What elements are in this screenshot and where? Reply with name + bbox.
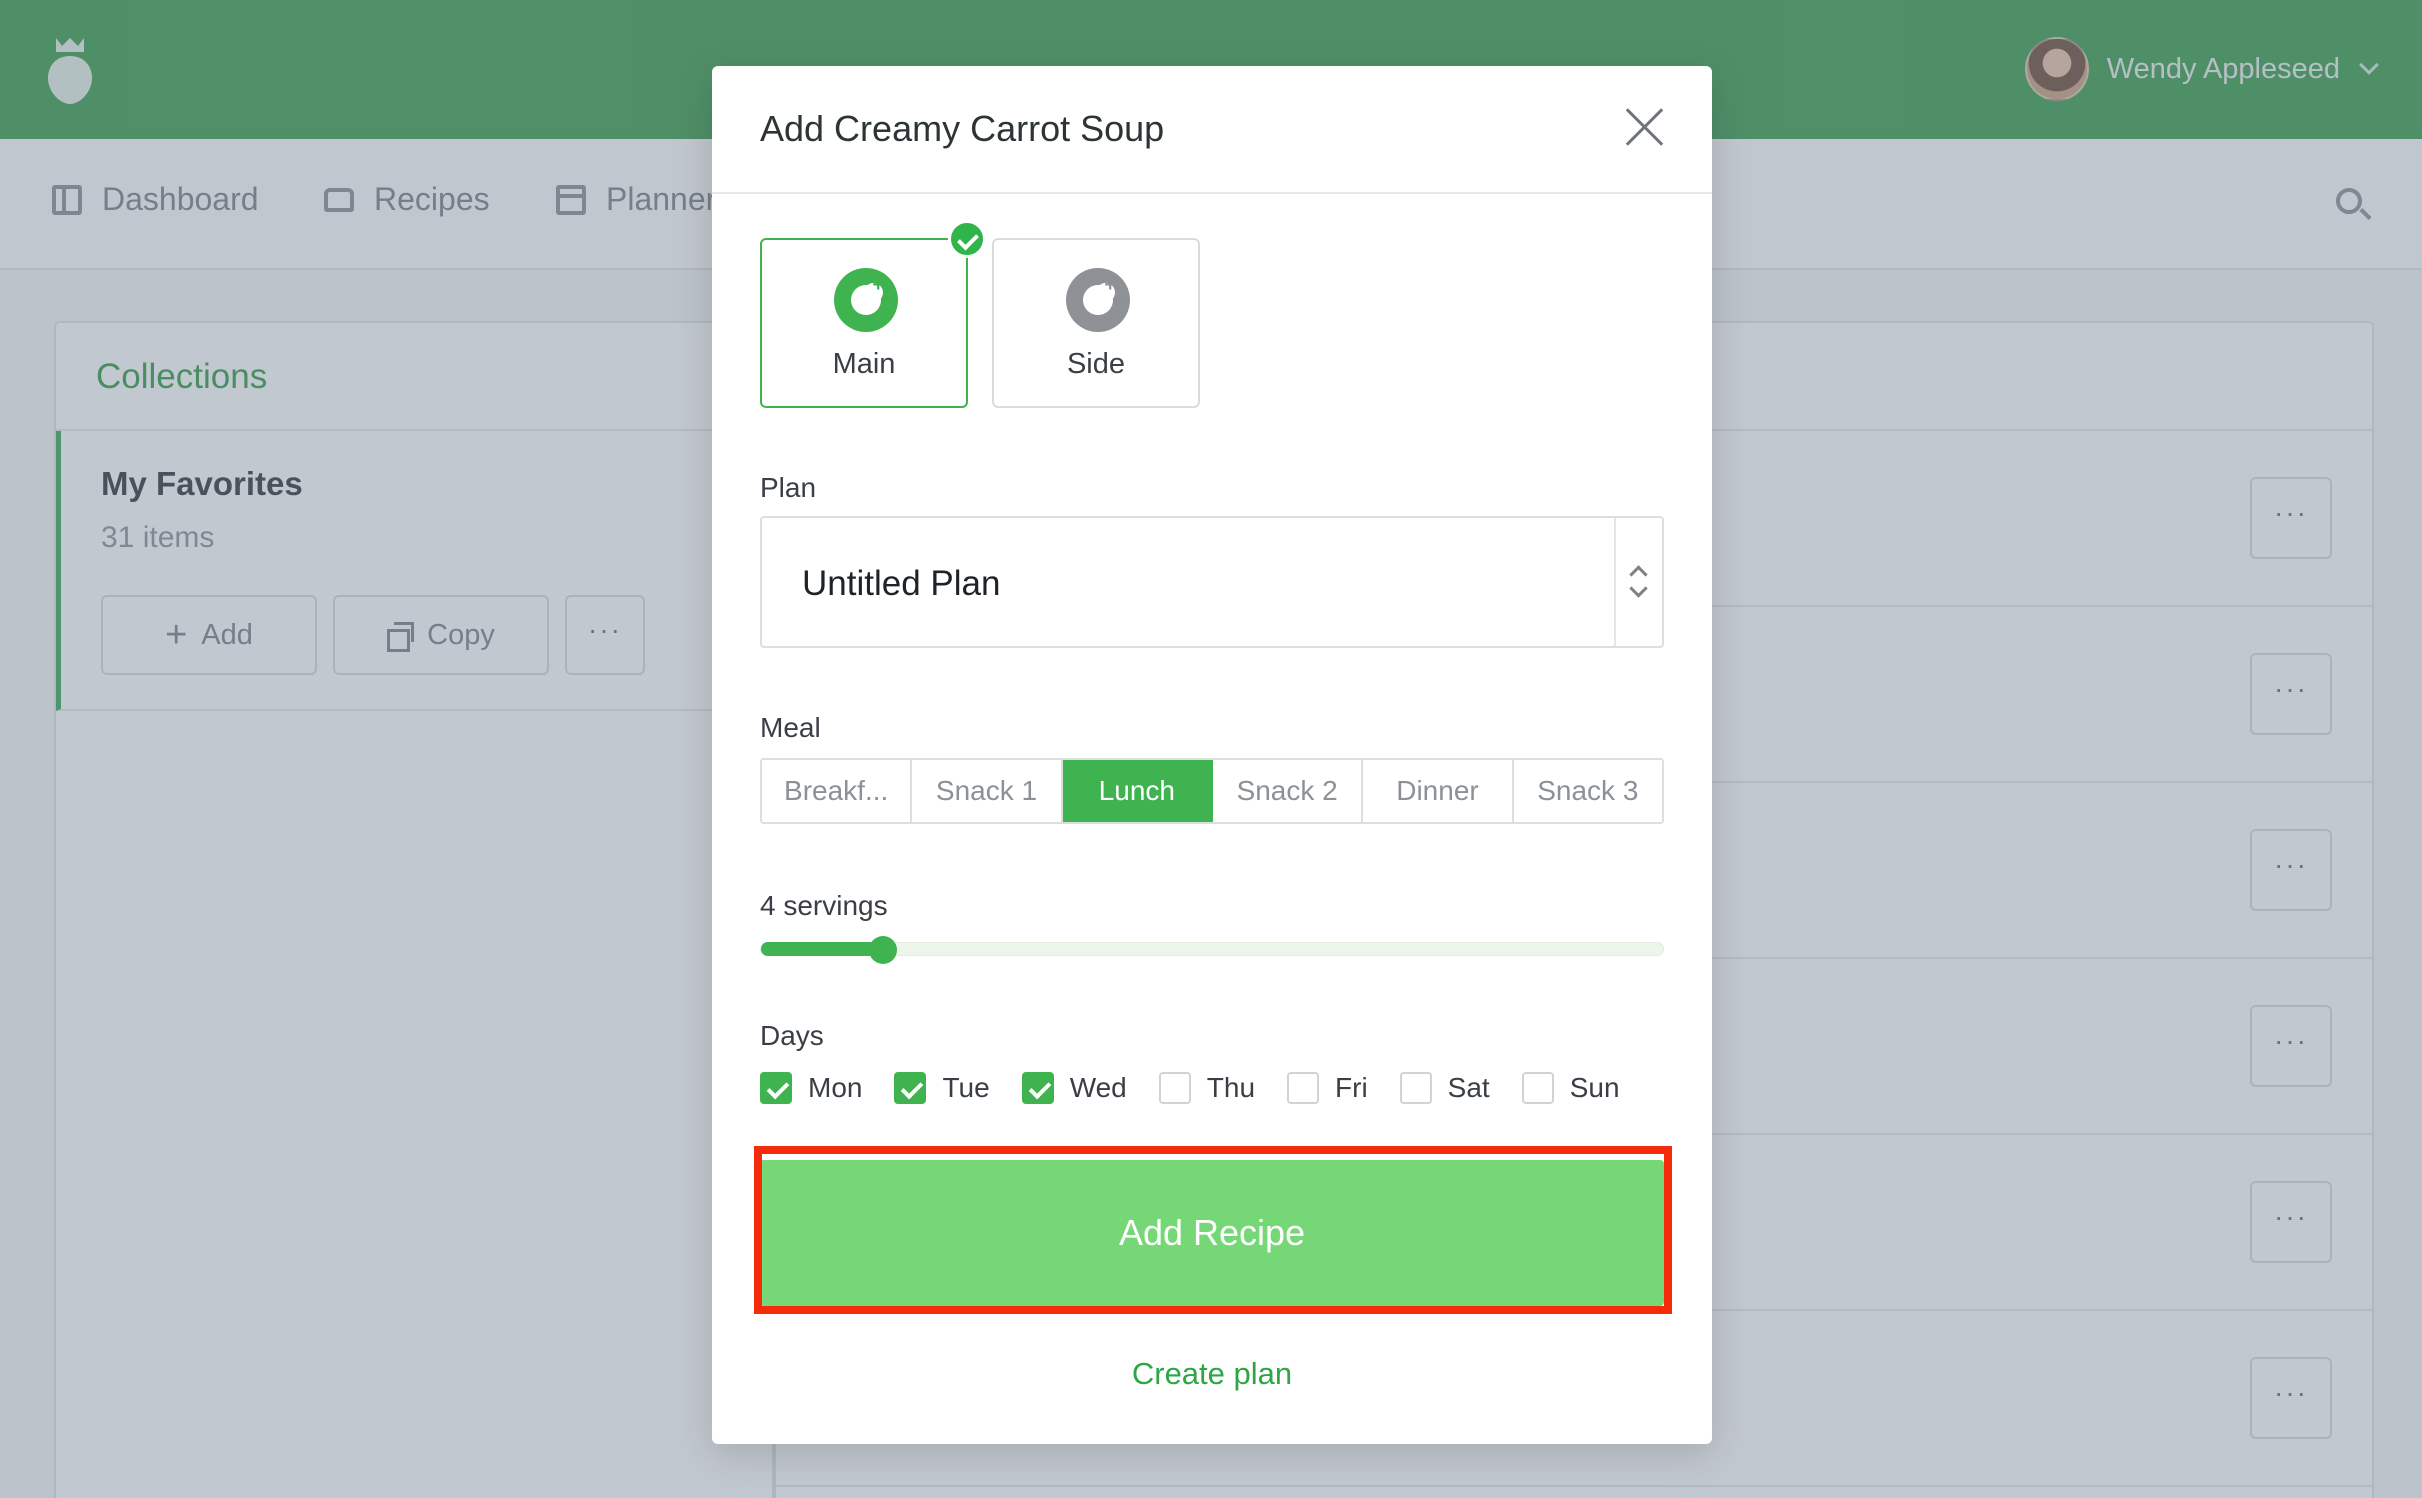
day-wed[interactable]: Wed [1021, 1072, 1127, 1104]
checkbox[interactable] [1021, 1072, 1054, 1104]
create-plan-link[interactable]: Create plan [712, 1356, 1712, 1392]
add-recipe-modal: Add Creamy Carrot Soup Main Side Plan Un… [712, 66, 1712, 1444]
plan-select-value: Untitled Plan [802, 564, 1001, 603]
add-recipe-button[interactable]: Add Recipe [760, 1160, 1664, 1306]
day-label: Tue [942, 1072, 990, 1103]
day-label: Sat [1447, 1072, 1490, 1103]
meal-option-dinner[interactable]: Dinner [1363, 760, 1514, 822]
check-icon [948, 220, 986, 258]
meal-segmented-control: Breakf... Snack 1 Lunch Snack 2 Dinner S… [760, 758, 1664, 824]
day-thu[interactable]: Thu [1158, 1072, 1256, 1104]
day-fri[interactable]: Fri [1287, 1072, 1368, 1104]
plan-select[interactable]: Untitled Plan [760, 516, 1664, 648]
type-option-label: Main [832, 348, 896, 380]
day-sat[interactable]: Sat [1399, 1072, 1490, 1104]
plan-label: Plan [760, 472, 817, 503]
main-dish-icon [834, 268, 898, 332]
meal-option-breakfast[interactable]: Breakf... [762, 760, 913, 822]
checkbox[interactable] [760, 1072, 792, 1104]
select-arrows-icon[interactable] [1614, 518, 1662, 646]
type-option-label: Side [1066, 348, 1126, 380]
slider-thumb[interactable] [868, 936, 897, 964]
day-label: Mon [808, 1072, 863, 1103]
day-tue[interactable]: Tue [894, 1072, 990, 1104]
checkbox[interactable] [1287, 1072, 1320, 1104]
checkbox[interactable] [1158, 1072, 1191, 1104]
checkbox[interactable] [1521, 1072, 1554, 1104]
meal-label: Meal [760, 712, 821, 743]
servings-slider[interactable] [760, 936, 1664, 964]
slider-fill [761, 942, 883, 956]
modal-title: Add Creamy Carrot Soup [760, 108, 1165, 149]
side-dish-icon [1066, 268, 1130, 332]
meal-option-snack-2[interactable]: Snack 2 [1212, 760, 1364, 822]
day-label: Wed [1069, 1072, 1127, 1103]
day-sun[interactable]: Sun [1521, 1072, 1620, 1104]
meal-option-lunch[interactable]: Lunch [1062, 760, 1213, 822]
days-label: Days [760, 1020, 824, 1051]
type-option-side[interactable]: Side [992, 238, 1200, 408]
days-checkbox-group: Mon Tue Wed Thu Fri Sat Sun [760, 1068, 1620, 1108]
day-label: Thu [1206, 1072, 1256, 1103]
meal-option-snack-3[interactable]: Snack 3 [1513, 760, 1662, 822]
day-label: Sun [1569, 1072, 1620, 1103]
checkbox[interactable] [894, 1072, 927, 1104]
checkbox[interactable] [1399, 1072, 1432, 1104]
servings-label: 4 servings [760, 890, 888, 921]
divider [712, 192, 1712, 194]
day-label: Fri [1335, 1072, 1368, 1103]
day-mon[interactable]: Mon [760, 1072, 862, 1104]
type-option-main[interactable]: Main [760, 220, 986, 408]
meal-option-snack-1[interactable]: Snack 1 [912, 760, 1063, 822]
close-icon[interactable] [1626, 108, 1664, 146]
